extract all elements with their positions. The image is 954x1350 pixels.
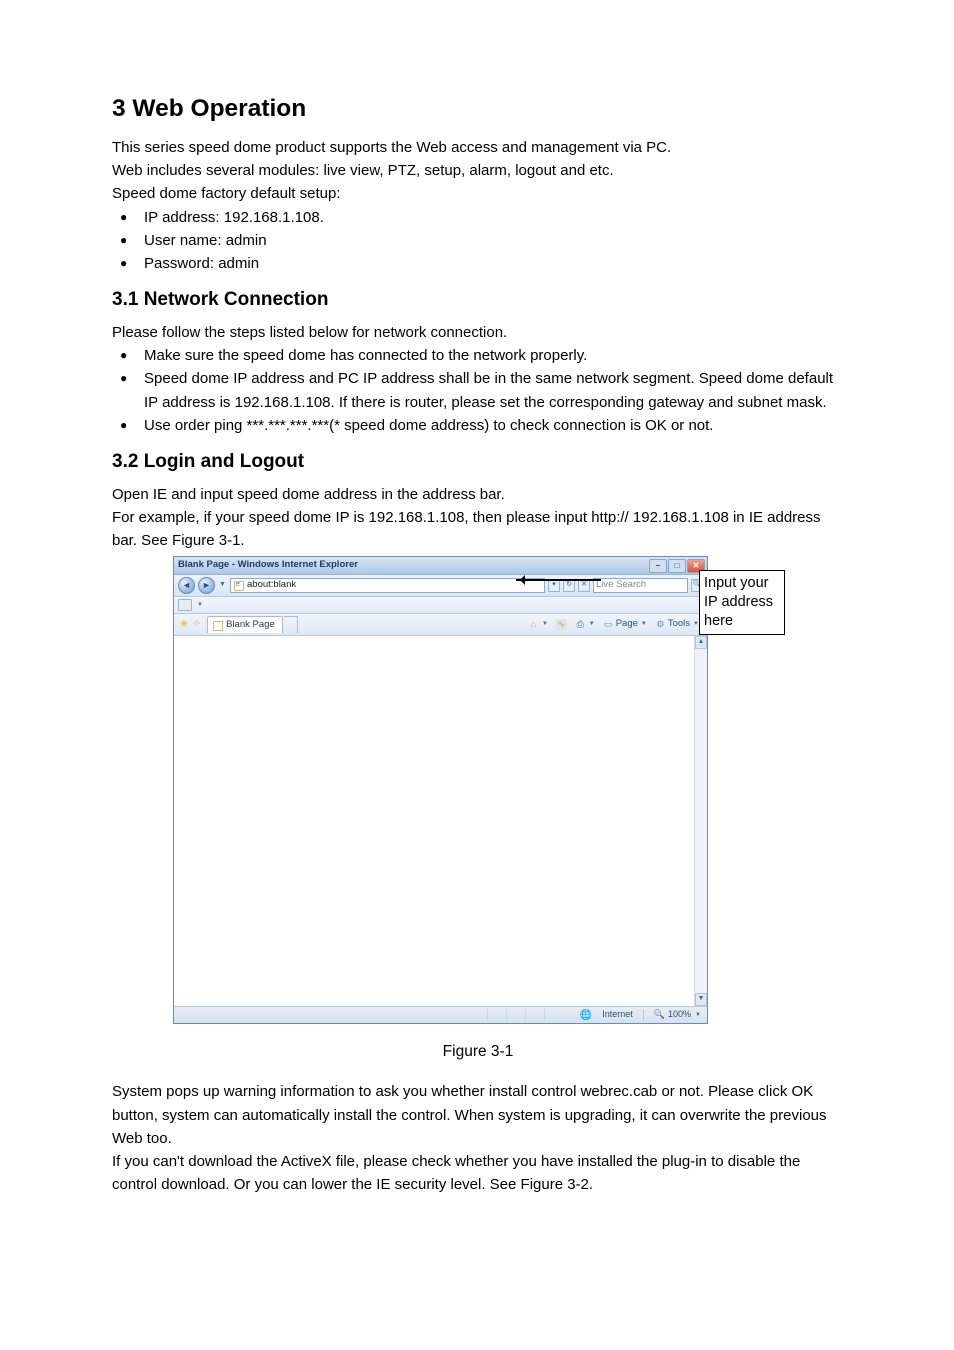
ie-status-bar: 🌐 Internet 🔍 100% ▼ bbox=[174, 1006, 707, 1023]
list-item: Make sure the speed dome has connected t… bbox=[112, 344, 844, 367]
search-box[interactable]: Live Search bbox=[593, 578, 688, 593]
browser-tab[interactable]: Blank Page bbox=[207, 616, 283, 633]
ie-content-area: ▲ ▼ bbox=[174, 636, 707, 1006]
scroll-up-button[interactable]: ▲ bbox=[695, 636, 707, 649]
figure-caption: Figure 3-1 bbox=[112, 1040, 844, 1064]
intro-line-2: Web includes several modules: live view,… bbox=[112, 159, 844, 182]
list-item: Speed dome IP address and PC IP address … bbox=[112, 367, 844, 414]
tab-label: Blank Page bbox=[226, 618, 275, 633]
tools-menu-label: Tools bbox=[668, 617, 690, 632]
ie-links-bar: ▼ bbox=[174, 597, 707, 614]
list-item: IP address: 192.168.1.108. bbox=[112, 206, 844, 229]
page-icon bbox=[234, 581, 244, 591]
ie-titlebar: Blank Page - Windows Internet Explorer –… bbox=[174, 557, 707, 575]
favorites-star-icon[interactable]: ★ bbox=[179, 616, 189, 633]
list-item: Password: admin bbox=[112, 252, 844, 275]
ie-window-title: Blank Page - Windows Internet Explorer bbox=[178, 558, 358, 573]
recent-pages-dropdown[interactable]: ▼ bbox=[218, 580, 227, 591]
print-button[interactable]: ⎙▼ bbox=[572, 618, 598, 631]
feeds-icon: ∿ bbox=[556, 619, 567, 630]
chapter-heading: 3 Web Operation bbox=[112, 90, 844, 128]
security-zone-label: Internet bbox=[602, 1008, 633, 1022]
links-dropdown[interactable]: ▼ bbox=[197, 601, 203, 610]
scroll-down-button[interactable]: ▼ bbox=[695, 993, 707, 1006]
intro-line-1: This series speed dome product supports … bbox=[112, 136, 844, 159]
callout-box: Input your IP address here bbox=[699, 570, 785, 635]
home-button[interactable]: ⌂▼ bbox=[525, 618, 551, 631]
stop-button[interactable]: ✕ bbox=[578, 579, 590, 592]
page-menu[interactable]: ▭Page▼ bbox=[600, 616, 650, 633]
minimize-button[interactable]: – bbox=[649, 559, 667, 573]
refresh-button[interactable]: ↻ bbox=[563, 579, 575, 592]
after-figure-p1: System pops up warning information to as… bbox=[112, 1080, 844, 1150]
after-figure-p2: If you can't download the ActiveX file, … bbox=[112, 1150, 844, 1197]
section-3-2-p1: Open IE and input speed dome address in … bbox=[112, 483, 844, 506]
tab-page-icon bbox=[213, 621, 223, 631]
tools-icon: ⚙ bbox=[655, 619, 666, 630]
search-placeholder: Live Search bbox=[596, 578, 646, 593]
zoom-icon: 🔍 bbox=[654, 1008, 665, 1022]
page-icon-cmd: ▭ bbox=[603, 619, 614, 630]
zoom-control[interactable]: 🔍 100% ▼ bbox=[654, 1008, 701, 1022]
feeds-button[interactable]: ∿ bbox=[553, 618, 570, 631]
section-3-2-p2: For example, if your speed dome IP is 19… bbox=[112, 506, 844, 553]
add-favorites-icon[interactable]: ✧ bbox=[192, 616, 201, 633]
ie-nav-bar: ◄ ► ▼ about:blank ▾ ↻ ✕ Live Search 🔍 bbox=[174, 575, 707, 597]
print-icon: ⎙ bbox=[575, 619, 586, 630]
links-folder-icon[interactable] bbox=[178, 599, 192, 611]
section-3-1-lead: Please follow the steps listed below for… bbox=[112, 321, 844, 344]
list-item: User name: admin bbox=[112, 229, 844, 252]
intro-line-3: Speed dome factory default setup: bbox=[112, 182, 844, 205]
go-button[interactable]: ▾ bbox=[548, 579, 560, 592]
ie-window: Blank Page - Windows Internet Explorer –… bbox=[173, 556, 708, 1024]
new-tab-button[interactable] bbox=[284, 616, 298, 633]
section-heading-3-2: 3.2 Login and Logout bbox=[112, 447, 844, 476]
home-icon: ⌂ bbox=[528, 619, 539, 630]
page-menu-label: Page bbox=[616, 617, 638, 632]
zoom-value: 100% bbox=[668, 1008, 691, 1022]
vertical-scrollbar[interactable]: ▲ ▼ bbox=[694, 636, 707, 1006]
maximize-button[interactable]: □ bbox=[668, 559, 686, 573]
tools-menu[interactable]: ⚙Tools▼ bbox=[652, 616, 702, 633]
back-button[interactable]: ◄ bbox=[178, 577, 195, 594]
address-bar[interactable]: about:blank bbox=[230, 578, 545, 593]
figure-3-1: Blank Page - Windows Internet Explorer –… bbox=[173, 556, 783, 1024]
address-bar-value: about:blank bbox=[247, 578, 296, 593]
network-steps-list: Make sure the speed dome has connected t… bbox=[112, 344, 844, 437]
callout-arrow bbox=[516, 579, 601, 581]
default-setup-list: IP address: 192.168.1.108. User name: ad… bbox=[112, 206, 844, 276]
section-heading-3-1: 3.1 Network Connection bbox=[112, 285, 844, 314]
forward-button[interactable]: ► bbox=[198, 577, 215, 594]
ie-command-bar: ★ ✧ Blank Page ⌂▼ ∿ ⎙▼ ▭Page▼ ⚙Tools▼ bbox=[174, 614, 707, 636]
zone-icon: 🌐 bbox=[580, 1008, 592, 1024]
list-item: Use order ping ***.***.***.***(* speed d… bbox=[112, 414, 844, 437]
